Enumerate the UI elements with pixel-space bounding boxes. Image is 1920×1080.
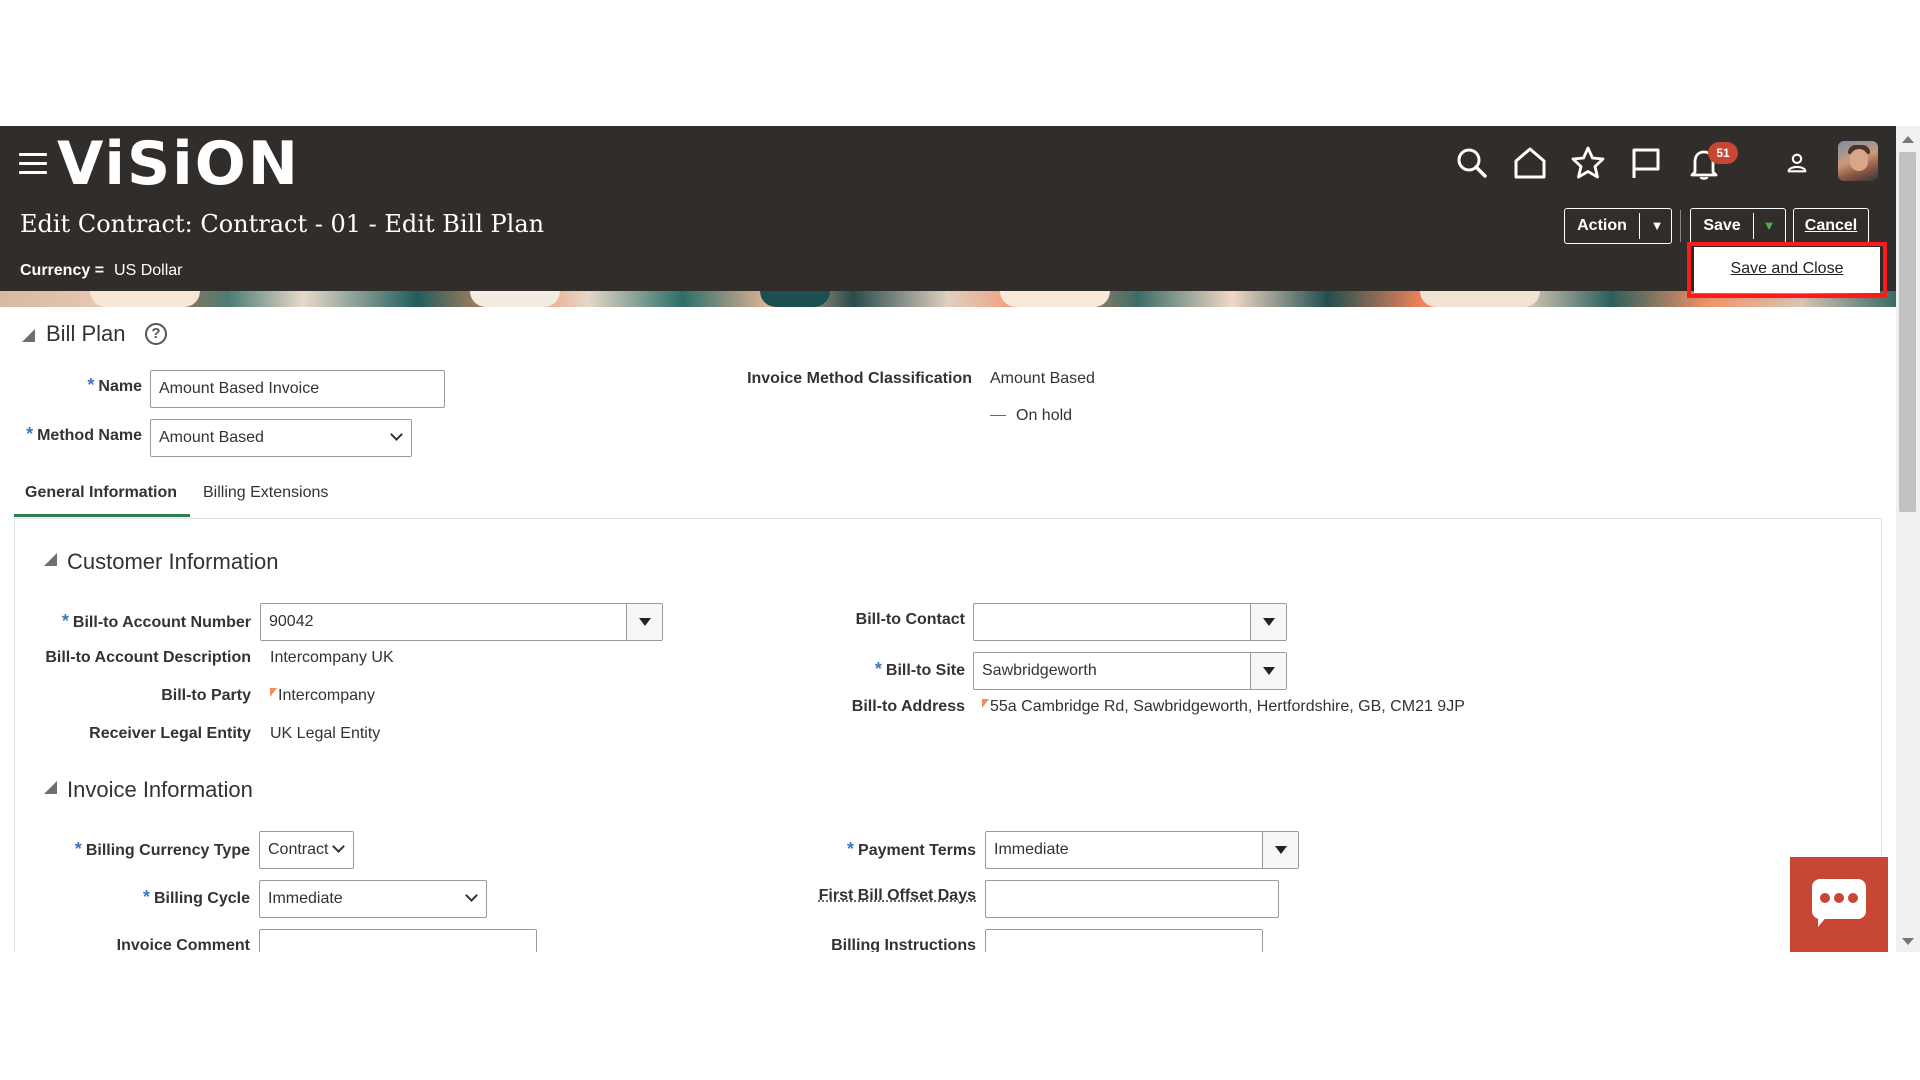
bill-to-account-number-label-text: Bill-to Account Number	[72, 614, 251, 631]
billing-currency-type-label: * Billing Currency Type	[74, 839, 250, 859]
invoice-method-classification-value: Amount Based	[990, 370, 1095, 387]
billing-cycle-label-text: Billing Cycle	[153, 890, 250, 907]
dropdown-arrow-icon[interactable]	[626, 604, 662, 640]
collapse-customer-info-icon[interactable]	[44, 553, 57, 566]
notification-badge: 51	[1708, 142, 1738, 164]
method-name-label-text: Method Name	[37, 427, 142, 444]
bill-to-account-number-label: * Bill-to Account Number	[61, 611, 251, 631]
save-split-button[interactable]: Save ▼	[1690, 208, 1786, 244]
bill-to-address-label: Bill-to Address	[851, 698, 965, 715]
on-hold-indicator: On hold	[990, 407, 1072, 425]
billing-cycle-label: * Billing Cycle	[142, 887, 250, 907]
chat-assistant-button[interactable]	[1790, 857, 1888, 952]
receiver-legal-entity-label: Receiver Legal Entity	[89, 725, 251, 742]
billing-cycle-value: Immediate	[268, 890, 343, 907]
flag-marker-icon	[270, 688, 277, 697]
search-icon[interactable]	[1454, 145, 1490, 181]
billing-currency-type-label-text: Billing Currency Type	[85, 842, 250, 859]
method-name-value: Amount Based	[159, 429, 264, 446]
bill-plan-title: Bill Plan	[46, 321, 126, 346]
chevron-down-icon	[332, 840, 345, 853]
action-button-label[interactable]: Action	[1565, 209, 1639, 243]
bill-to-party-text: Intercompany	[278, 687, 375, 704]
tab-billing-extensions[interactable]: Billing Extensions	[203, 484, 328, 502]
currency-info: Currency = US Dollar	[20, 262, 183, 280]
first-bill-offset-days-input[interactable]	[985, 880, 1279, 918]
dropdown-arrow-icon[interactable]	[1250, 653, 1286, 689]
main-content: Bill Plan ? * Name Amount Based Invoice *…	[0, 307, 1896, 952]
bill-to-party-value: Intercompany	[270, 687, 375, 705]
bill-to-site-label: * Bill-to Site	[874, 659, 965, 679]
tab-general-information[interactable]: General Information	[25, 484, 177, 502]
dropdown-arrow-icon[interactable]	[1250, 604, 1286, 640]
collapse-invoice-info-icon[interactable]	[44, 781, 57, 794]
vision-logo: ViSiON	[57, 129, 300, 199]
on-hold-label: On hold	[1016, 407, 1073, 424]
name-input[interactable]: Amount Based Invoice	[150, 370, 445, 408]
invoice-information-title: Invoice Information	[67, 777, 253, 802]
active-tab-indicator	[14, 514, 190, 517]
method-name-select[interactable]: Amount Based	[150, 419, 412, 457]
bill-to-account-number-input[interactable]: 90042	[260, 603, 663, 641]
payment-terms-label-text: Payment Terms	[858, 842, 976, 859]
bill-to-site-label-text: Bill-to Site	[885, 662, 965, 679]
scroll-down-arrow[interactable]	[1902, 938, 1914, 945]
menu-icon[interactable]	[19, 153, 47, 175]
dropdown-arrow-icon[interactable]	[1262, 832, 1298, 868]
invoice-comment-input[interactable]	[259, 929, 537, 952]
scroll-up-arrow[interactable]	[1902, 136, 1914, 143]
chevron-down-icon	[465, 889, 478, 902]
billing-instructions-input[interactable]	[985, 929, 1263, 952]
currency-value: US Dollar	[114, 262, 183, 279]
bill-to-site-input[interactable]: Sawbridgeworth	[973, 652, 1287, 690]
payment-terms-label: * Payment Terms	[847, 839, 976, 859]
vertical-scrollbar[interactable]	[1896, 126, 1920, 952]
save-dropdown-icon[interactable]: ▼	[1755, 209, 1783, 243]
bill-to-contact-input[interactable]	[973, 603, 1287, 641]
highlight-box	[1687, 242, 1887, 298]
avatar[interactable]	[1838, 141, 1878, 181]
bill-to-account-description-label: Bill-to Account Description	[45, 649, 251, 666]
bill-to-account-description-value: Intercompany UK	[270, 649, 394, 666]
first-bill-offset-days-label[interactable]: First Bill Offset Days	[700, 887, 976, 905]
decorative-banner	[0, 291, 1896, 307]
flag-marker-icon	[982, 699, 989, 708]
bill-to-address-text: 55a Cambridge Rd, Sawbridgeworth, Hertfo…	[990, 698, 1465, 715]
payment-terms-value: Immediate	[994, 841, 1069, 858]
method-name-label: * Method Name	[26, 424, 142, 444]
cancel-button-label[interactable]: Cancel	[1794, 209, 1868, 243]
payment-terms-input[interactable]: Immediate	[985, 831, 1299, 869]
save-button[interactable]: Save	[1691, 209, 1753, 243]
action-menu-button[interactable]: Action ▼	[1564, 208, 1672, 244]
invoice-comment-label: Invoice Comment	[116, 937, 250, 952]
billing-instructions-label: Billing Instructions	[831, 937, 976, 952]
flag-icon[interactable]	[1628, 145, 1664, 181]
name-label-text: Name	[98, 378, 142, 395]
collapse-bill-plan-icon[interactable]	[22, 329, 35, 342]
customer-information-title: Customer Information	[67, 549, 279, 574]
cancel-button[interactable]: Cancel	[1793, 208, 1869, 244]
bill-to-contact-label: Bill-to Contact	[855, 611, 965, 628]
help-icon[interactable]: ?	[145, 323, 167, 345]
currency-label: Currency =	[20, 262, 105, 279]
invoice-method-classification-label: Invoice Method Classification	[747, 370, 972, 387]
billing-currency-type-value: Contract	[268, 841, 329, 858]
billing-currency-type-select[interactable]: Contract	[259, 831, 354, 869]
name-label: * Name	[87, 375, 142, 395]
chevron-down-icon	[390, 428, 403, 441]
home-icon[interactable]	[1512, 145, 1548, 181]
user-icon[interactable]	[1782, 148, 1812, 178]
toolbar-divider	[1680, 210, 1681, 242]
action-dropdown-icon[interactable]: ▼	[1643, 209, 1671, 243]
page-title: Edit Contract: Contract - 01 - Edit Bill…	[20, 210, 545, 238]
bill-to-site-value: Sawbridgeworth	[982, 662, 1097, 679]
receiver-legal-entity-value: UK Legal Entity	[270, 725, 381, 742]
scroll-thumb[interactable]	[1899, 152, 1916, 512]
favorites-star-icon[interactable]	[1570, 145, 1606, 181]
bill-to-party-label: Bill-to Party	[161, 687, 251, 704]
bill-to-account-number-value: 90042	[269, 613, 314, 630]
bill-to-address-value: 55a Cambridge Rd, Sawbridgeworth, Hertfo…	[982, 698, 1465, 716]
billing-cycle-select[interactable]: Immediate	[259, 880, 487, 918]
